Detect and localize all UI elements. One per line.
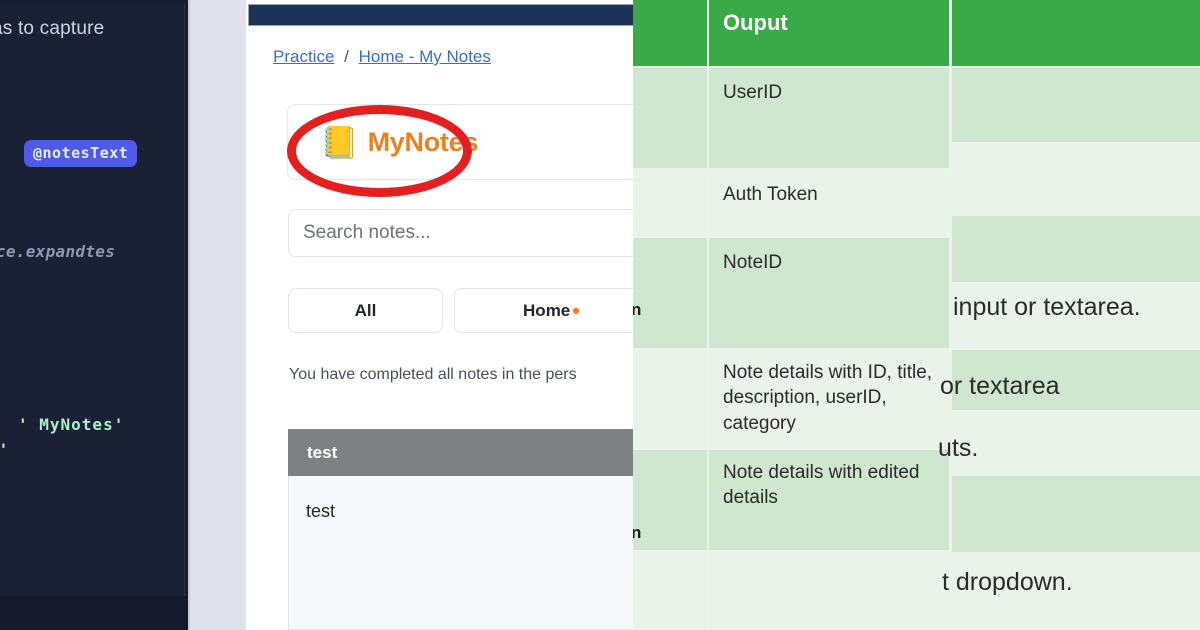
app-navbar xyxy=(248,4,634,26)
table-column-output: Ouput UserID Auth Token NoteID Note deta… xyxy=(709,0,949,630)
notes-text-token-badge[interactable]: @notesText xyxy=(24,140,138,167)
table-header-cell-output: Ouput xyxy=(709,0,949,66)
table-header-label-output: Ouput xyxy=(723,10,788,35)
note-card-title: test xyxy=(307,443,338,462)
code-editor-surface[interactable]: as to capture @notesText ice.expandtes '… xyxy=(0,4,185,622)
screenshot-canvas: as to capture @notesText ice.expandtes '… xyxy=(0,0,1200,630)
window-gutter xyxy=(188,0,246,630)
editor-string-literal-fragment: s' xyxy=(0,440,9,459)
table-row[interactable] xyxy=(709,552,949,630)
table-cell-auth-token: Auth Token xyxy=(723,184,818,205)
table-row[interactable]: Note details with ID, title, description… xyxy=(709,350,949,448)
table-cell-noteid: NoteID xyxy=(723,252,783,273)
table-header-cell-c xyxy=(952,0,1200,66)
table-cut-fragment-1: input or textarea. xyxy=(953,293,1141,321)
note-card-header xyxy=(288,429,634,476)
breadcrumb-link-home-my-notes[interactable]: Home - My Notes xyxy=(359,47,491,66)
table-cell-userid: UserID xyxy=(723,82,783,103)
table-cut-fragment-4: t dropdown. xyxy=(942,568,1073,596)
table-row[interactable]: Auth Token xyxy=(709,170,949,236)
table-row[interactable] xyxy=(633,350,707,448)
table-row[interactable]: Note details with edited details xyxy=(709,450,949,550)
editor-string-literal-mynotes: ' MyNotes' xyxy=(18,415,125,434)
table-row[interactable] xyxy=(633,68,707,168)
filter-button-all-label: All xyxy=(354,300,377,320)
completion-status-text: You have completed all notes in the pers xyxy=(289,366,577,383)
table-cut-fragment-left-2: n xyxy=(633,523,642,542)
breadcrumb-link-practice[interactable]: Practice xyxy=(273,47,334,66)
red-annotation-ellipse xyxy=(287,105,472,197)
table-row[interactable] xyxy=(952,144,1200,214)
table-cut-fragment-2: or textarea xyxy=(940,372,1060,400)
panel-divider xyxy=(188,0,190,630)
breadcrumb-separator: / xyxy=(344,47,349,66)
table-cell-note-details: Note details with ID, title, description… xyxy=(723,362,933,434)
table-column-a: n n xyxy=(633,0,707,630)
table-cut-fragment-3: uts. xyxy=(938,434,979,462)
table-row[interactable] xyxy=(952,412,1200,474)
mynotes-app-panel: Practice / Home - My Notes 📒 MyNotes Sea… xyxy=(246,0,634,630)
output-table: n n Ouput UserID Auth Token NoteID Note … xyxy=(633,0,1200,630)
table-row[interactable] xyxy=(952,476,1200,552)
table-row[interactable] xyxy=(952,216,1200,282)
table-header-cell-a xyxy=(633,0,707,66)
code-editor-panel: as to capture @notesText ice.expandtes '… xyxy=(0,0,188,630)
editor-status-bar xyxy=(0,596,188,630)
table-row[interactable] xyxy=(633,170,707,236)
table-cut-fragment-left-1: n xyxy=(633,300,642,319)
table-row[interactable]: NoteID xyxy=(709,238,949,348)
table-column-c: input or textarea. or textarea uts. t dr… xyxy=(938,0,1200,630)
table-cell-note-details-edited: Note details with edited details xyxy=(723,462,920,509)
table-row[interactable]: UserID xyxy=(709,68,949,168)
note-card-body: test xyxy=(306,501,336,521)
filter-button-home[interactable]: Home • xyxy=(454,288,634,333)
table-row[interactable] xyxy=(633,238,707,348)
filter-button-all[interactable]: All xyxy=(288,288,443,333)
filter-button-home-label: Home xyxy=(523,300,571,320)
table-row[interactable] xyxy=(952,68,1200,142)
table-row[interactable] xyxy=(633,552,707,630)
editor-ghost-suggestion: ice.expandtes xyxy=(0,242,116,261)
table-row[interactable] xyxy=(633,450,707,550)
breadcrumb: Practice / Home - My Notes xyxy=(273,47,491,67)
search-input-placeholder: Search notes... xyxy=(303,222,431,243)
editor-cutoff-text: as to capture xyxy=(0,18,105,39)
